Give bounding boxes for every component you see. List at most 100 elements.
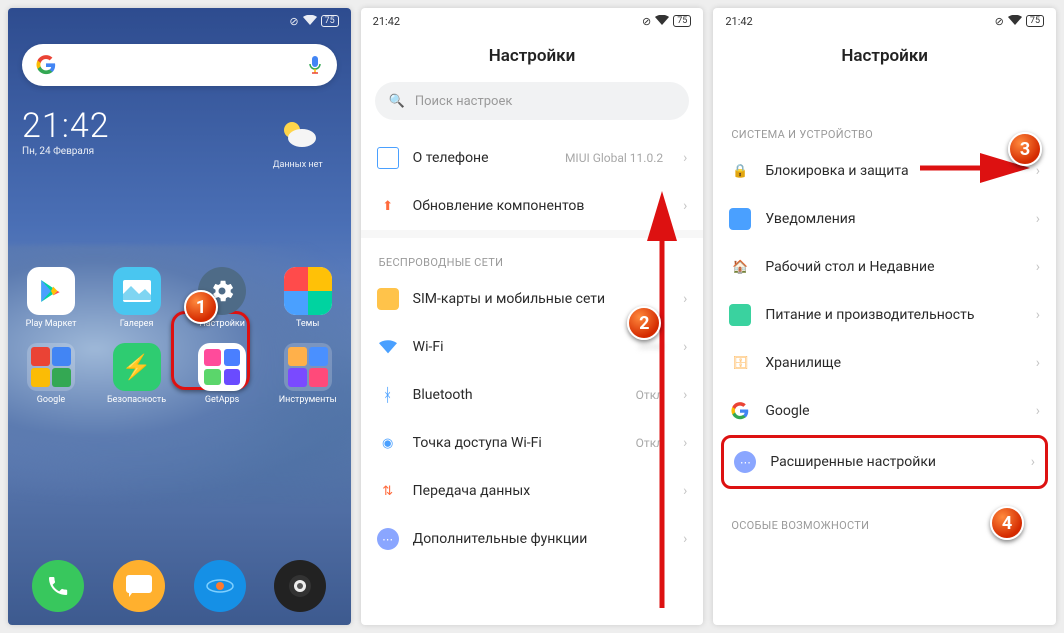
- gallery-icon: [123, 280, 151, 302]
- row-notifications[interactable]: Уведомления ›: [713, 195, 1056, 243]
- chevron-right-icon: ›: [683, 339, 687, 355]
- clock-widget[interactable]: 21:42 Пн, 24 Февраля Данных нет: [22, 106, 337, 157]
- dnd-icon: ⊘: [289, 15, 298, 28]
- dock-messages[interactable]: [113, 560, 165, 612]
- page-title: Настройки: [713, 34, 1056, 78]
- folder-tools[interactable]: Инструменты: [271, 343, 345, 405]
- chevron-right-icon: ›: [1036, 355, 1040, 371]
- bluetooth-icon: ᚼ: [377, 384, 399, 406]
- sim-icon: [377, 288, 399, 310]
- dock-camera[interactable]: [274, 560, 326, 612]
- status-time: 21:42: [725, 15, 752, 28]
- storage-icon: 🗄: [729, 352, 751, 374]
- chevron-right-icon: ›: [683, 435, 687, 451]
- app-label: Галерея: [120, 319, 154, 329]
- chevron-right-icon: ›: [683, 150, 687, 166]
- folder-icon: [27, 343, 75, 391]
- google-search-bar[interactable]: [22, 44, 337, 86]
- step-badge-1: 1: [184, 290, 218, 324]
- wifi-icon: [377, 336, 399, 358]
- phone-icon: [46, 574, 70, 598]
- play-store-icon: [38, 278, 64, 304]
- battery-indicator: 75: [321, 15, 339, 27]
- camera-icon: [287, 573, 313, 599]
- chevron-right-icon: ›: [1031, 454, 1035, 470]
- app-getapps[interactable]: GetApps: [185, 343, 259, 405]
- row-google[interactable]: Google ›: [713, 387, 1056, 435]
- row-power-performance[interactable]: Питание и производительность ›: [713, 291, 1056, 339]
- weather-widget[interactable]: Данных нет: [273, 112, 323, 170]
- chevron-right-icon: ›: [1036, 403, 1040, 419]
- google-icon: [729, 400, 751, 422]
- row-home-recents[interactable]: 🏠 Рабочий стол и Недавние ›: [713, 243, 1056, 291]
- status-time: 21:42: [373, 15, 400, 28]
- data-transfer-icon: ⇅: [377, 480, 399, 502]
- app-security[interactable]: ⚡ Безопасность: [100, 343, 174, 405]
- chevron-right-icon: ›: [1036, 259, 1040, 275]
- chevron-right-icon: ›: [683, 291, 687, 307]
- search-placeholder: Поиск настроек: [415, 94, 513, 109]
- app-row-2: Google ⚡ Безопасность GetApps Инструмент…: [14, 343, 345, 405]
- chevron-right-icon: ›: [683, 531, 687, 547]
- step-badge-4: 4: [990, 506, 1024, 540]
- battery-icon: [729, 304, 751, 326]
- status-bar: 21:42 ⊘ 75: [713, 8, 1056, 34]
- google-logo-icon: [36, 55, 56, 75]
- arrow-up-icon: ⬆: [377, 195, 399, 217]
- home-screen: ⊘ 75 21:42 Пн, 24 Февраля Данных нет Pla…: [8, 8, 351, 625]
- search-icon: 🔍: [389, 94, 405, 109]
- row-about-phone[interactable]: О телефоне MIUI Global 11.0.2 ›: [361, 134, 704, 182]
- status-bar: 21:42 ⊘ 75: [361, 8, 704, 34]
- app-label: Безопасность: [107, 395, 166, 405]
- chevron-right-icon: ›: [683, 387, 687, 403]
- status-bar: ⊘ 75: [8, 8, 351, 34]
- chevron-right-icon: ›: [1036, 211, 1040, 227]
- chevron-right-icon: ›: [683, 198, 687, 214]
- dock: [8, 547, 351, 625]
- globe-icon: [205, 571, 235, 601]
- wifi-icon: [303, 15, 317, 28]
- settings-screen-main: 21:42 ⊘ 75 Настройки 🔍 Поиск настроек О т…: [361, 8, 704, 625]
- folder-label: Инструменты: [279, 395, 337, 405]
- message-icon: [126, 575, 152, 597]
- chevron-right-icon: ›: [1036, 307, 1040, 323]
- row-storage[interactable]: 🗄 Хранилище ›: [713, 339, 1056, 387]
- weather-icon: [276, 112, 320, 156]
- lock-icon: 🔒: [729, 160, 751, 182]
- mic-icon[interactable]: [307, 55, 323, 75]
- weather-status: Данных нет: [273, 160, 323, 170]
- shield-icon: ⚡: [113, 343, 161, 391]
- more-icon: ⋯: [734, 451, 756, 473]
- phone-outline-icon: [377, 147, 399, 169]
- hotspot-icon: ◉: [377, 432, 399, 454]
- app-themes[interactable]: Темы: [271, 267, 345, 329]
- app-label: Play Маркет: [26, 319, 77, 329]
- app-label: Темы: [296, 319, 319, 329]
- chevron-right-icon: ›: [683, 483, 687, 499]
- wifi-icon: [1008, 15, 1022, 28]
- settings-search[interactable]: 🔍 Поиск настроек: [375, 82, 690, 120]
- folder-icon: [284, 343, 332, 391]
- notifications-icon: [729, 208, 751, 230]
- wifi-icon: [655, 15, 669, 28]
- dock-browser[interactable]: [194, 560, 246, 612]
- app-play-market[interactable]: Play Маркет: [14, 267, 88, 329]
- chevron-right-icon: ›: [1036, 163, 1040, 179]
- step-badge-3: 3: [1008, 132, 1042, 166]
- settings-screen-system: 21:42 ⊘75 Настройки СИСТЕМА И УСТРОЙСТВО…: [713, 8, 1056, 625]
- dnd-icon: ⊘: [642, 15, 651, 28]
- dock-phone[interactable]: [32, 560, 84, 612]
- highlight-advanced-settings: ⋯ Расширенные настройки ›: [721, 435, 1048, 489]
- folder-label: Google: [37, 395, 65, 405]
- app-gallery[interactable]: Галерея: [100, 267, 174, 329]
- page-title: Настройки: [361, 34, 704, 78]
- app-label: GetApps: [205, 395, 239, 405]
- row-advanced-settings[interactable]: ⋯ Расширенные настройки ›: [724, 438, 1045, 486]
- dnd-icon: ⊘: [995, 15, 1004, 28]
- battery-indicator: 75: [673, 15, 691, 27]
- app-row-1: Play Маркет Галерея Настройки Темы: [14, 267, 345, 329]
- battery-indicator: 75: [1026, 15, 1044, 27]
- home-icon: 🏠: [729, 256, 751, 278]
- folder-google[interactable]: Google: [14, 343, 88, 405]
- scroll-up-arrow: [647, 208, 677, 612]
